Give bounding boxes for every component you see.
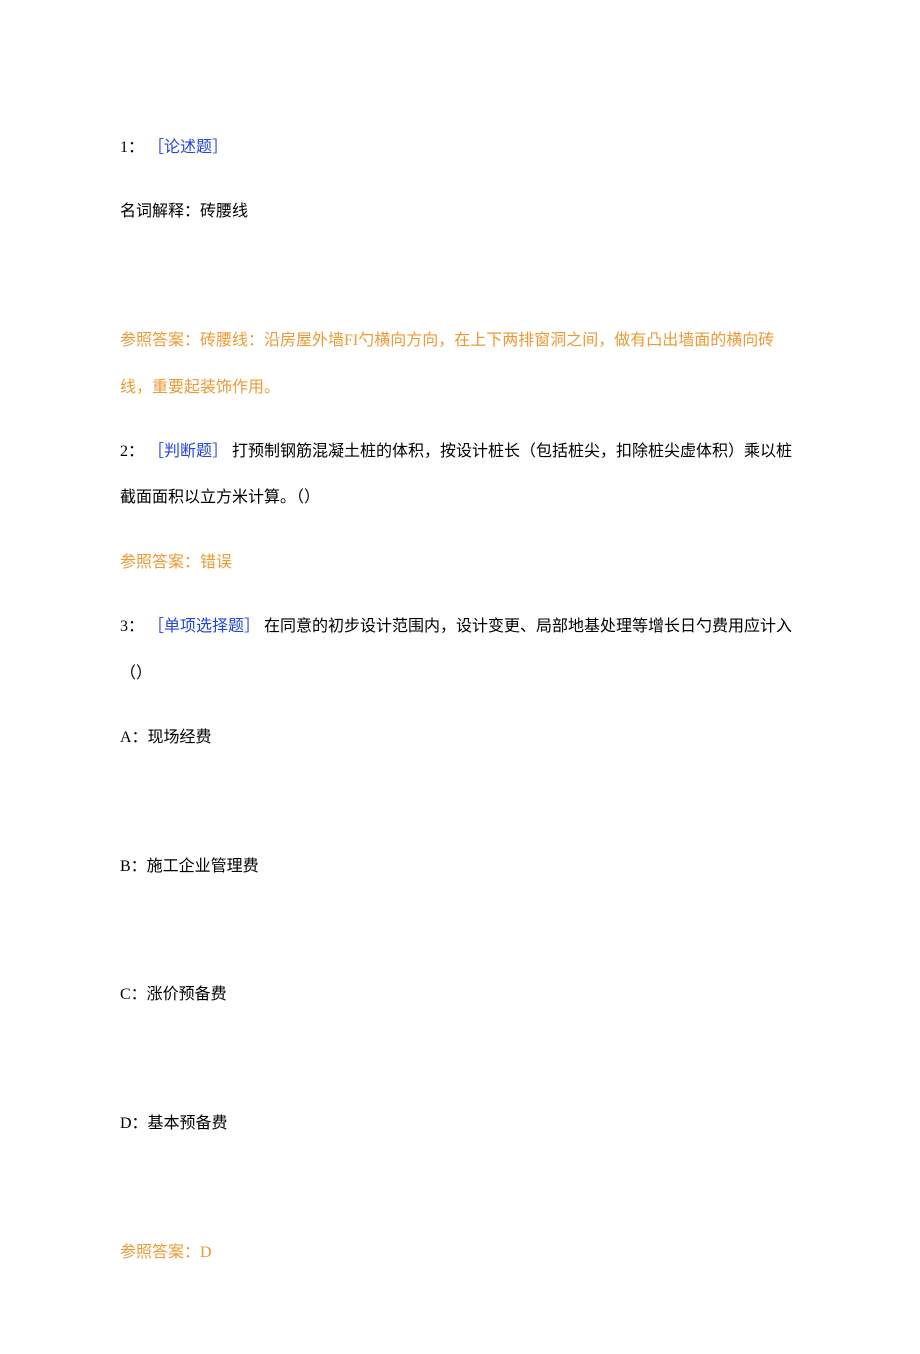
question-1: 1： ［论述题］ 名词解释：砖腰线 参照答案：砖腰线：沿房屋外墙FI勺横向方向，… [120,125,800,411]
question-1-body: 名词解释：砖腰线 [120,189,800,235]
question-2-type: ［判断题］ [148,443,228,460]
question-3-option-b: B：施工企业管理费 [120,844,800,890]
question-2-line: 2： ［判断题］ 打预制钢筋混凝土桩的体积，按设计桩长（包括桩尖，扣除桩尖虚体积… [120,429,800,522]
question-2-answer: 参照答案：错误 [120,540,800,586]
question-3-option-c: C：涨价预备费 [120,972,800,1018]
question-3-number: 3： [120,618,144,635]
question-2: 2： ［判断题］ 打预制钢筋混凝土桩的体积，按设计桩长（包括桩尖，扣除桩尖虚体积… [120,429,800,586]
question-3-answer: 参照答案：D [120,1230,800,1276]
question-3-option-a: A：现场经费 [120,715,800,761]
question-3: 3： ［单项选择题］ 在同意的初步设计范围内，设计变更、局部地基处理等增长日勺费… [120,604,800,1276]
question-3-type: ［单项选择题］ [148,618,260,635]
question-1-type: ［论述题］ [148,139,228,156]
document-page: 1： ［论述题］ 名词解释：砖腰线 参照答案：砖腰线：沿房屋外墙FI勺横向方向，… [0,0,920,1354]
spacer [120,254,800,300]
question-3-option-d: D：基本预备费 [120,1101,800,1147]
question-1-header: 1： ［论述题］ [120,125,800,171]
question-1-answer: 参照答案：砖腰线：沿房屋外墙FI勺横向方向，在上下两排窗洞之间，做有凸出墙面的横… [120,318,800,411]
spacer [120,1037,800,1083]
question-2-number: 2： [120,443,144,460]
spacer [120,908,800,954]
spacer [120,1166,800,1212]
spacer [120,779,800,825]
question-1-number: 1： [120,139,144,156]
question-3-line: 3： ［单项选择题］ 在同意的初步设计范围内，设计变更、局部地基处理等增长日勺费… [120,604,800,697]
